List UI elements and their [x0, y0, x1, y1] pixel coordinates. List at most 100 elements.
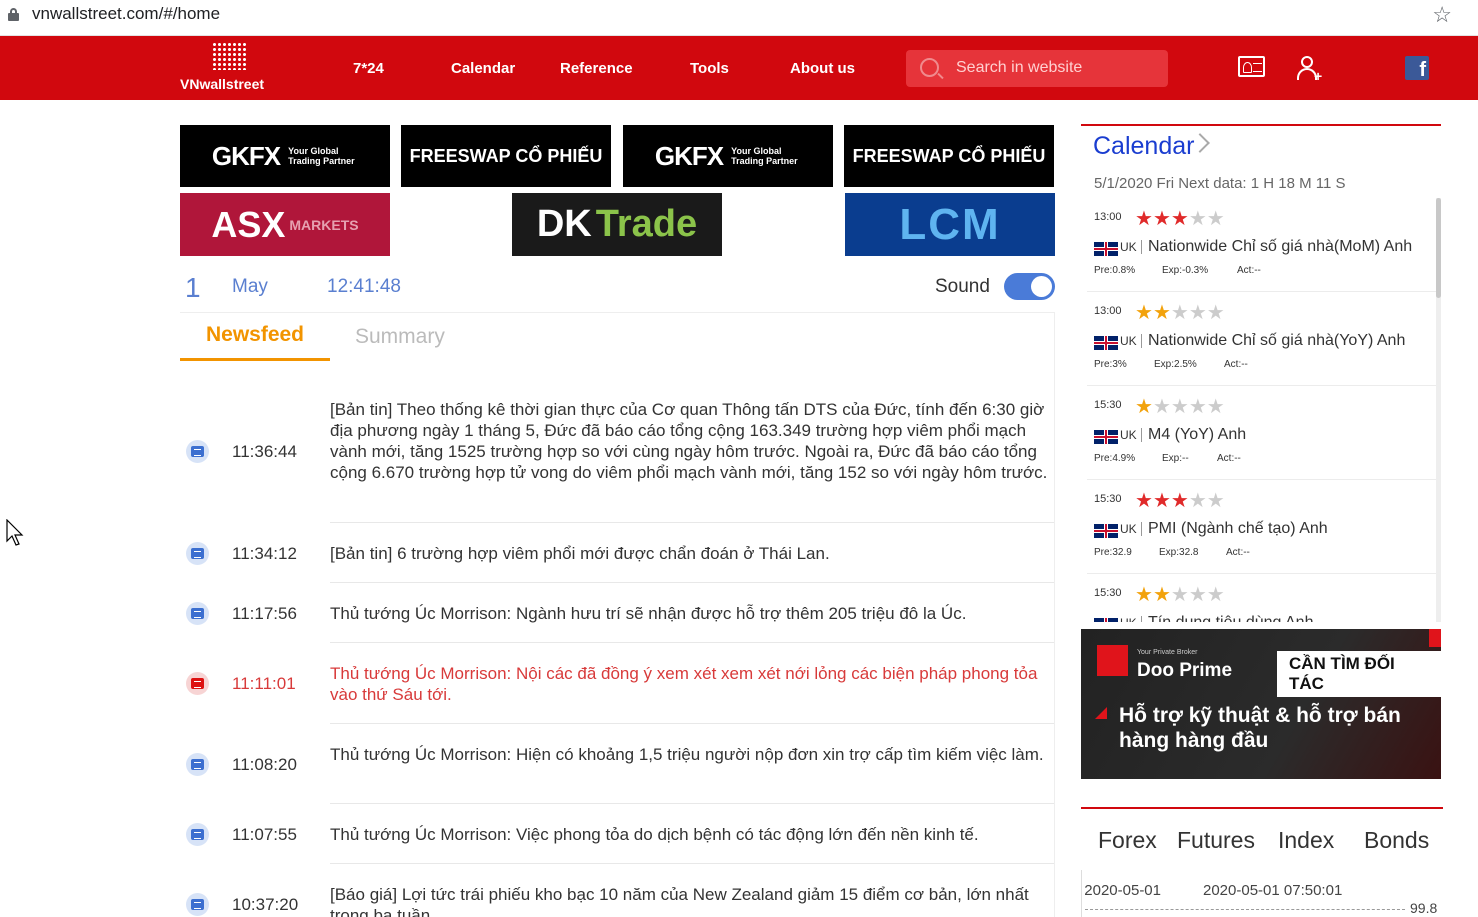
search-input[interactable]: [956, 57, 1156, 79]
ad-freeswap-2-text: FREESWAP CỔ PHIẾU: [852, 145, 1046, 166]
news-time: 11:34:12: [232, 544, 297, 563]
news-icon: [186, 893, 209, 916]
ad-gkfx-2-tagline: Your Global Trading Partner: [731, 146, 798, 166]
calendar-item[interactable]: 15:30 ★★★★★ UK Tín dụng tiêu dùng Anh: [1087, 574, 1437, 622]
calendar-scrollbar-thumb[interactable]: [1436, 198, 1441, 298]
ad-lcm[interactable]: LCM: [845, 193, 1055, 256]
star-icon: ★: [1152, 490, 1171, 512]
site-logo[interactable]: VNwallstreet: [180, 76, 264, 92]
news-time: 11:07:55: [232, 825, 297, 844]
news-item[interactable]: 10:37:20 [Báo giá] Lợi tức trái phiếu kh…: [186, 864, 1054, 917]
chart-time-end: 2020-05-01 07:50:01: [1203, 882, 1343, 899]
url-field[interactable]: vnwallstreet.com/#/home: [32, 4, 220, 24]
event-expected: Exp:2.5%: [1154, 359, 1197, 370]
news-feed-list: 11:36:44 [Bản tin] Theo thống kê thời gi…: [180, 380, 1055, 917]
ad-asx-brand: ASX: [211, 203, 286, 245]
country-code: UK: [1120, 334, 1142, 348]
chart-value-label: 99.8: [1410, 900, 1438, 916]
importance-stars: ★★★★★: [1135, 394, 1225, 419]
add-user-icon[interactable]: +: [1297, 56, 1323, 83]
ad-freeswap-1[interactable]: FREESWAP CỔ PHIẾU: [401, 125, 611, 187]
news-icon: [186, 440, 209, 463]
doo-brand: Doo Prime: [1137, 660, 1233, 681]
star-icon: ★: [1170, 396, 1189, 418]
logo-mark-icon[interactable]: [212, 42, 246, 70]
tab-index[interactable]: Index: [1278, 827, 1334, 854]
news-time: 11:11:01: [232, 674, 296, 693]
country-code: UK: [1120, 240, 1142, 254]
ad-freeswap-1-text: FREESWAP CỔ PHIẾU: [409, 145, 603, 166]
doo-headline: Hỗ trợ kỹ thuật & hỗ trợ bán hàng hàng đ…: [1119, 704, 1401, 752]
news-text: [Bản tin] 6 trường hợp viêm phổi mới đượ…: [330, 544, 830, 563]
search-icon[interactable]: [920, 58, 939, 77]
event-actual: Act:--: [1226, 547, 1250, 558]
importance-stars: ★★★★★: [1135, 206, 1225, 231]
news-icon: [186, 753, 209, 776]
event-name: Nationwide Chỉ số giá nhà(MoM) Anh: [1148, 238, 1413, 255]
facebook-icon[interactable]: f: [1405, 56, 1429, 80]
ad-doo-prime[interactable]: Your Private Broker Doo Prime CẦN TÌM ĐỐ…: [1081, 629, 1441, 779]
news-text: Thủ tướng Úc Morrison: Hiện có khoảng 1,…: [330, 745, 1044, 764]
calendar-scrollbar[interactable]: [1436, 198, 1441, 622]
tab-forex[interactable]: Forex: [1098, 827, 1157, 854]
news-item[interactable]: 11:36:44 [Bản tin] Theo thống kê thời gi…: [186, 380, 1054, 523]
nav-tools[interactable]: Tools: [690, 60, 729, 77]
event-actual: Act:--: [1237, 265, 1261, 276]
news-item[interactable]: 11:07:55 Thủ tướng Úc Morrison: Việc pho…: [186, 804, 1054, 864]
news-item-important[interactable]: 11:11:01 Thủ tướng Úc Morrison: Nội các …: [186, 643, 1054, 724]
news-time: 11:36:44: [232, 442, 297, 461]
ad-gkfx-2[interactable]: GKFX Your Global Trading Partner: [623, 125, 833, 187]
site-search[interactable]: [906, 50, 1168, 87]
calendar-item[interactable]: 13:00 ★★★★★ UK Nationwide Chỉ số giá nhà…: [1087, 198, 1437, 292]
tab-summary[interactable]: Summary: [355, 325, 445, 349]
news-icon: [186, 542, 209, 565]
ad-asx[interactable]: ASX MARKETS: [180, 193, 390, 256]
nav-calendar[interactable]: Calendar: [451, 60, 515, 77]
nav-about-us[interactable]: About us: [790, 60, 855, 77]
date-month: May: [232, 276, 268, 297]
doo-tag: CẦN TÌM ĐỐI TÁC: [1277, 651, 1441, 697]
star-icon: ★: [1188, 302, 1207, 324]
date-day: 1: [185, 272, 201, 303]
star-icon: ★: [1188, 396, 1207, 418]
id-card-icon[interactable]: [1238, 56, 1265, 77]
doo-prime-logo-icon: [1097, 645, 1128, 676]
uk-flag-icon: [1094, 524, 1118, 538]
calendar-item[interactable]: 13:00 ★★★★★ UK Nationwide Chỉ số giá nhà…: [1087, 292, 1437, 386]
nav-reference[interactable]: Reference: [560, 60, 633, 77]
bookmark-star-icon[interactable]: ☆: [1432, 2, 1452, 28]
ad-asx-sub: MARKETS: [289, 216, 359, 233]
chart-time-start: 2020-05-01 00:30:02: [1081, 882, 1161, 899]
calendar-title[interactable]: Calendar: [1093, 132, 1194, 161]
calendar-item[interactable]: 15:30 ★★★★★ UK PMI (Ngành chế tạo) Anh P…: [1087, 480, 1437, 574]
news-item[interactable]: 11:08:20 Thủ tướng Úc Morrison: Hiện có …: [186, 724, 1054, 804]
ad-dk-trade[interactable]: DK Trade: [512, 193, 722, 256]
news-item[interactable]: 11:34:12 [Bản tin] 6 trường hợp viêm phổ…: [186, 523, 1054, 583]
ad-freeswap-2[interactable]: FREESWAP CỔ PHIẾU: [844, 125, 1054, 187]
tab-newsfeed[interactable]: Newsfeed: [180, 323, 330, 361]
sound-toggle[interactable]: [1004, 273, 1055, 300]
uk-flag-icon: [1094, 430, 1118, 444]
star-icon: ★: [1206, 302, 1225, 324]
event-previous: Pre:0.8%: [1094, 265, 1136, 276]
news-item[interactable]: 11:17:56 Thủ tướng Úc Morrison: Ngành hư…: [186, 583, 1054, 643]
lock-icon: [8, 8, 19, 21]
ad-dk-brand: DK: [536, 203, 592, 245]
star-icon: ★: [1188, 208, 1207, 230]
news-time: 10:37:20: [232, 895, 299, 914]
doo-small-text: Your Private Broker: [1137, 649, 1198, 656]
tab-bonds[interactable]: Bonds: [1364, 827, 1429, 854]
calendar-next-data: 5/1/2020 Fri Next data: 1 H 18 M 11 S: [1094, 175, 1346, 192]
news-text: [Bản tin] Theo thống kê thời gian thực c…: [330, 400, 1048, 482]
ad-corner-ribbon: [1429, 629, 1441, 647]
star-icon: ★: [1135, 584, 1153, 606]
star-icon: ★: [1152, 396, 1171, 418]
star-icon: ★: [1152, 584, 1171, 606]
event-time: 13:00: [1094, 305, 1122, 317]
event-expected: Exp:32.8: [1159, 547, 1199, 558]
ad-gkfx-1[interactable]: GKFX Your Global Trading Partner: [180, 125, 390, 187]
nav-7x24[interactable]: 7*24: [353, 60, 384, 77]
tab-futures[interactable]: Futures: [1177, 827, 1255, 854]
news-time: 11:17:56: [232, 604, 297, 623]
calendar-item[interactable]: 15:30 ★★★★★ UK M4 (YoY) Anh Pre:4.9% Exp…: [1087, 386, 1437, 480]
